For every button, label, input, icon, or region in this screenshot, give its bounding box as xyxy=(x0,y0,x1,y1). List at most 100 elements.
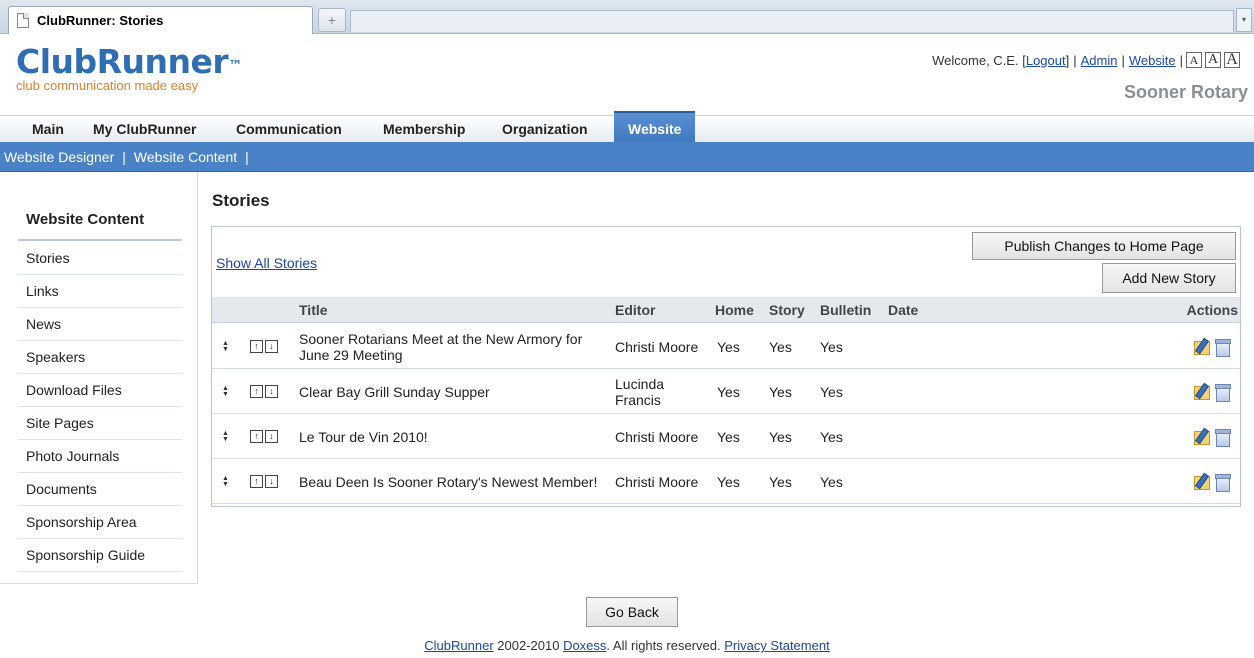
logo-brand-text: ClubRunner xyxy=(16,42,229,81)
delete-icon[interactable] xyxy=(1215,428,1231,447)
table-header: Title Editor Home Story Bulletin Date Ac… xyxy=(212,297,1240,323)
nav-website[interactable]: Website xyxy=(614,111,696,143)
move-down-icon[interactable]: ↓ xyxy=(265,475,278,488)
story-editor: Lucinda Francis xyxy=(615,375,665,408)
story-title: Clear Bay Grill Sunday Supper xyxy=(299,383,490,400)
sidebar-item-sponsorship-area[interactable]: Sponsorship Area xyxy=(18,506,182,539)
story-home-flag: Yes xyxy=(717,428,740,445)
subnav-website-content[interactable]: Website Content xyxy=(134,149,237,165)
footer-years: 2002-2010 xyxy=(493,638,564,653)
story-editor: Christi Moore xyxy=(615,473,699,490)
stories-panel: Show All Stories Publish Changes to Home… xyxy=(211,226,1241,507)
tab-list-dropdown-icon[interactable]: ▾ xyxy=(1236,8,1252,32)
sidebar-item-stories[interactable]: Stories xyxy=(18,242,182,275)
table-row: ▲ ▼ ↑ ↓ Le Tour de Vin 2010! Christi Moore Yes… xyxy=(212,414,1240,459)
browser-tab-title: ClubRunner: Stories xyxy=(37,13,164,28)
edit-icon[interactable] xyxy=(1193,338,1210,355)
browser-tab[interactable]: ClubRunner: Stories xyxy=(8,6,313,34)
sort-handle[interactable]: ▲ ▼ xyxy=(222,324,236,369)
edit-icon[interactable] xyxy=(1193,383,1210,400)
separator: | xyxy=(122,148,126,165)
sidebar-list: Stories Links News Speakers Download Fil… xyxy=(18,242,182,572)
sidebar-item-download-files[interactable]: Download Files xyxy=(18,374,182,407)
nav-communication[interactable]: Communication xyxy=(236,116,342,143)
sidebar-item-documents[interactable]: Documents xyxy=(18,473,182,506)
column-header-story: Story xyxy=(769,302,805,318)
sort-handle[interactable]: ▲ ▼ xyxy=(222,459,236,504)
story-editor: Christi Moore xyxy=(615,428,699,445)
move-down-icon[interactable]: ↓ xyxy=(265,430,278,443)
nav-my-clubrunner[interactable]: My ClubRunner xyxy=(93,116,196,143)
new-tab-button[interactable]: + xyxy=(318,8,346,32)
edit-icon[interactable] xyxy=(1193,473,1210,490)
sort-down-glyph: ▼ xyxy=(222,435,229,443)
column-header-date: Date xyxy=(888,302,919,318)
page-title: Stories xyxy=(212,191,270,210)
sidebar-item-links[interactable]: Links xyxy=(18,275,182,308)
sort-arrows-icon[interactable]: ▲ ▼ xyxy=(222,475,229,488)
table-row: ▲ ▼ ↑ ↓ Sooner Rotarians Meet at the New Arm… xyxy=(212,324,1240,369)
column-header-title: Title xyxy=(299,302,328,318)
move-up-icon[interactable]: ↑ xyxy=(250,385,263,398)
subnav-website-designer[interactable]: Website Designer xyxy=(4,149,114,165)
sidebar-item-speakers[interactable]: Speakers xyxy=(18,341,182,374)
doxess-link[interactable]: Doxess xyxy=(563,638,606,653)
logo-brand: ClubRunner™ xyxy=(16,44,242,80)
sidebar-item-news[interactable]: News xyxy=(18,308,182,341)
sort-arrows-icon[interactable]: ▲ ▼ xyxy=(222,340,229,353)
font-size-medium-button[interactable]: A xyxy=(1205,52,1221,68)
add-new-story-button[interactable]: Add New Story xyxy=(1102,263,1236,293)
go-back-button[interactable]: Go Back xyxy=(586,597,678,627)
admin-link[interactable]: Admin xyxy=(1081,53,1118,68)
sort-arrows-icon[interactable]: ▲ ▼ xyxy=(222,430,229,443)
nav-membership[interactable]: Membership xyxy=(383,116,465,143)
row-actions xyxy=(1193,459,1231,504)
separator: | xyxy=(1179,52,1183,68)
sidebar-heading: Website Content xyxy=(26,211,145,228)
user-bar: Welcome, C.E. [Logout] | Admin | Website… xyxy=(932,52,1240,68)
story-bulletin-flag: Yes xyxy=(820,428,843,445)
nav-organization[interactable]: Organization xyxy=(502,116,588,143)
table-row: ▲ ▼ ↑ ↓ Clear Bay Grill Sunday Supper Lucinda… xyxy=(212,369,1240,414)
clubrunner-link[interactable]: ClubRunner xyxy=(424,638,493,653)
privacy-statement-link[interactable]: Privacy Statement xyxy=(724,638,830,653)
story-story-flag: Yes xyxy=(769,383,792,400)
sort-arrows-icon[interactable]: ▲ ▼ xyxy=(222,385,229,398)
website-link[interactable]: Website xyxy=(1129,53,1176,68)
welcome-text: Welcome, C.E. xyxy=(932,52,1019,68)
browser-tab-bar: ClubRunner: Stories + ▾ xyxy=(0,0,1254,34)
nav-main[interactable]: Main xyxy=(32,116,64,143)
move-buttons: ↑ ↓ xyxy=(250,414,280,459)
separator: | xyxy=(1073,52,1077,68)
move-up-icon[interactable]: ↑ xyxy=(250,430,263,443)
sidebar-item-photo-journals[interactable]: Photo Journals xyxy=(18,440,182,473)
club-name: Sooner Rotary xyxy=(1123,82,1248,102)
move-down-icon[interactable]: ↓ xyxy=(265,385,278,398)
move-buttons: ↑ ↓ xyxy=(250,369,280,414)
move-up-icon[interactable]: ↑ xyxy=(250,340,263,353)
show-all-stories-link[interactable]: Show All Stories xyxy=(216,255,317,271)
sidebar-item-sponsorship-guide[interactable]: Sponsorship Guide xyxy=(18,539,182,572)
font-size-small-button[interactable]: A xyxy=(1186,52,1202,68)
story-title: Sooner Rotarians Meet at the New Armory … xyxy=(299,330,583,363)
move-down-icon[interactable]: ↓ xyxy=(265,340,278,353)
move-up-icon[interactable]: ↑ xyxy=(250,475,263,488)
sort-down-glyph: ▼ xyxy=(222,480,229,488)
delete-icon[interactable] xyxy=(1215,338,1231,357)
footer: ClubRunner 2002-2010 Doxess. All rights … xyxy=(0,638,1254,653)
logout-link[interactable]: Logout xyxy=(1026,53,1066,68)
sort-handle[interactable]: ▲ ▼ xyxy=(222,414,236,459)
story-home-flag: Yes xyxy=(717,473,740,490)
sort-handle[interactable]: ▲ ▼ xyxy=(222,369,236,414)
clubrunner-logo[interactable]: ClubRunner™ club communication made easy xyxy=(16,44,242,94)
column-header-actions: Actions xyxy=(1186,302,1238,318)
row-actions xyxy=(1193,324,1231,369)
sidebar-item-site-pages[interactable]: Site Pages xyxy=(18,407,182,440)
tab-strip xyxy=(350,10,1234,32)
publish-changes-button[interactable]: Publish Changes to Home Page xyxy=(972,232,1236,260)
delete-icon[interactable] xyxy=(1215,473,1231,492)
font-size-large-button[interactable]: A xyxy=(1224,52,1240,68)
delete-icon[interactable] xyxy=(1215,383,1231,402)
separator: | xyxy=(1121,52,1125,68)
edit-icon[interactable] xyxy=(1193,428,1210,445)
